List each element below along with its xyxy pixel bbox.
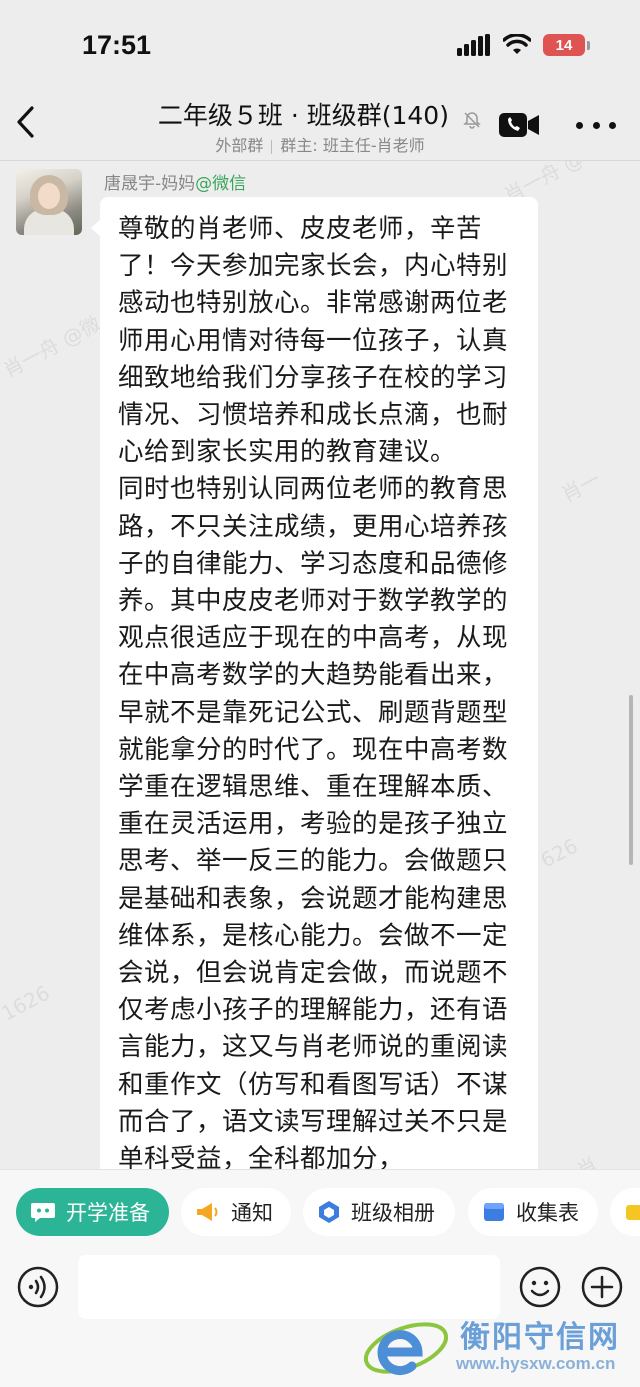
message-paragraph: 尊敬的肖老师、皮皮老师，辛苦了！今天参加完家长会，内心特别感动也特别放心。非常感… — [118, 214, 509, 468]
quick-action-school-prep[interactable]: 开学准备 — [16, 1188, 169, 1236]
more-icon-dot — [609, 121, 616, 129]
more-icon-dot — [592, 121, 600, 129]
subtitle-divider — [271, 139, 273, 154]
message-paragraph: 同时也特别认同两位老师的教育思路，不只关注成绩，更用心培养孩子的自律能力、学习态… — [118, 474, 509, 1169]
video-call-button[interactable] — [498, 110, 540, 144]
site-logo: 衡阳守信网 www.hysxw.com.cn — [360, 1308, 630, 1384]
watermark: 肖一 — [557, 466, 604, 507]
sender-avatar[interactable] — [16, 169, 82, 235]
quick-action-label: 通知 — [231, 1201, 273, 1225]
group-type-label: 外部群 — [215, 136, 264, 155]
more-icon-dot — [576, 121, 583, 129]
scrollbar[interactable] — [629, 695, 633, 865]
sender-source: @微信 — [195, 174, 247, 194]
more-button[interactable] — [576, 110, 616, 140]
chat-header: 二年级５班 · 班级群(140) 外部群 群主: 班主任-肖老师 — [0, 92, 640, 161]
album-icon — [317, 1200, 341, 1224]
quick-action-album[interactable]: 班级相册 — [303, 1188, 455, 1236]
watermark: 肖一舟 @微 — [0, 311, 105, 383]
plus-button[interactable] — [580, 1265, 624, 1313]
plus-icon — [581, 1266, 623, 1308]
chat-subtitle: 外部群 群主: 班主任-肖老师 — [0, 132, 640, 156]
chat-bot-icon — [30, 1201, 56, 1223]
quick-action-label: 开学准备 — [66, 1201, 150, 1225]
quick-action-notice[interactable]: 通知 — [181, 1188, 291, 1236]
status-icons: 14 — [457, 34, 590, 56]
quick-action-form[interactable]: 收集表 — [468, 1188, 598, 1236]
group-owner-label: 群主: 班主任-肖老师 — [280, 136, 425, 155]
voice-icon — [17, 1266, 59, 1308]
signal-icon — [457, 34, 490, 56]
message-list[interactable]: 肖一舟 @ 肖一舟 @微 肖一 626 1626 肖 162 唐晟宇-妈妈@微信… — [0, 161, 640, 1169]
watermark: 肖 162 — [572, 1152, 630, 1169]
quick-action-label: 班级相册 — [351, 1201, 435, 1225]
megaphone-icon — [195, 1201, 221, 1223]
sender-name: 唐晟宇-妈妈 — [104, 174, 196, 194]
quick-action-more[interactable] — [610, 1188, 640, 1236]
logo-url: www.hysxw.com.cn — [456, 1354, 616, 1373]
logo-name: 衡阳守信网 — [460, 1320, 620, 1355]
form-icon — [482, 1201, 506, 1223]
chat-title-wrap[interactable]: 二年级５班 · 班级群(140) — [0, 96, 640, 132]
video-call-icon — [499, 113, 539, 137]
emoji-button[interactable] — [518, 1265, 562, 1313]
sender-name-line: 唐晟宇-妈妈@微信 — [104, 169, 246, 194]
wifi-icon — [503, 34, 531, 54]
status-bar: 17:51 14 — [0, 0, 640, 92]
logo-e-icon — [363, 1322, 449, 1376]
folder-icon — [624, 1201, 640, 1223]
watermark: 626 — [536, 833, 582, 873]
mute-bell-icon — [463, 111, 481, 129]
emoji-icon — [519, 1266, 561, 1308]
wechat-group-chat-screen: 17:51 14 二年级５班 · 班级群(140) 外部群 群主: 班主任-肖老… — [0, 0, 640, 1387]
chat-title: 二年级５班 · 班级群(140) — [157, 101, 449, 130]
battery-tip — [587, 40, 590, 50]
voice-button[interactable] — [16, 1265, 60, 1313]
watermark: 1626 — [0, 980, 54, 1026]
message-bubble[interactable]: 尊敬的肖老师、皮皮老师，辛苦了！今天参加完家长会，内心特别感动也特别放心。非常感… — [91, 197, 538, 1169]
avatar-face — [38, 183, 60, 209]
status-time: 17:51 — [82, 30, 152, 60]
battery-level: 14 — [543, 34, 585, 56]
quick-action-bar: 开学准备 通知 班级相册 收集表 — [0, 1169, 640, 1256]
quick-action-label: 收集表 — [516, 1201, 579, 1225]
battery-icon: 14 — [543, 34, 590, 56]
